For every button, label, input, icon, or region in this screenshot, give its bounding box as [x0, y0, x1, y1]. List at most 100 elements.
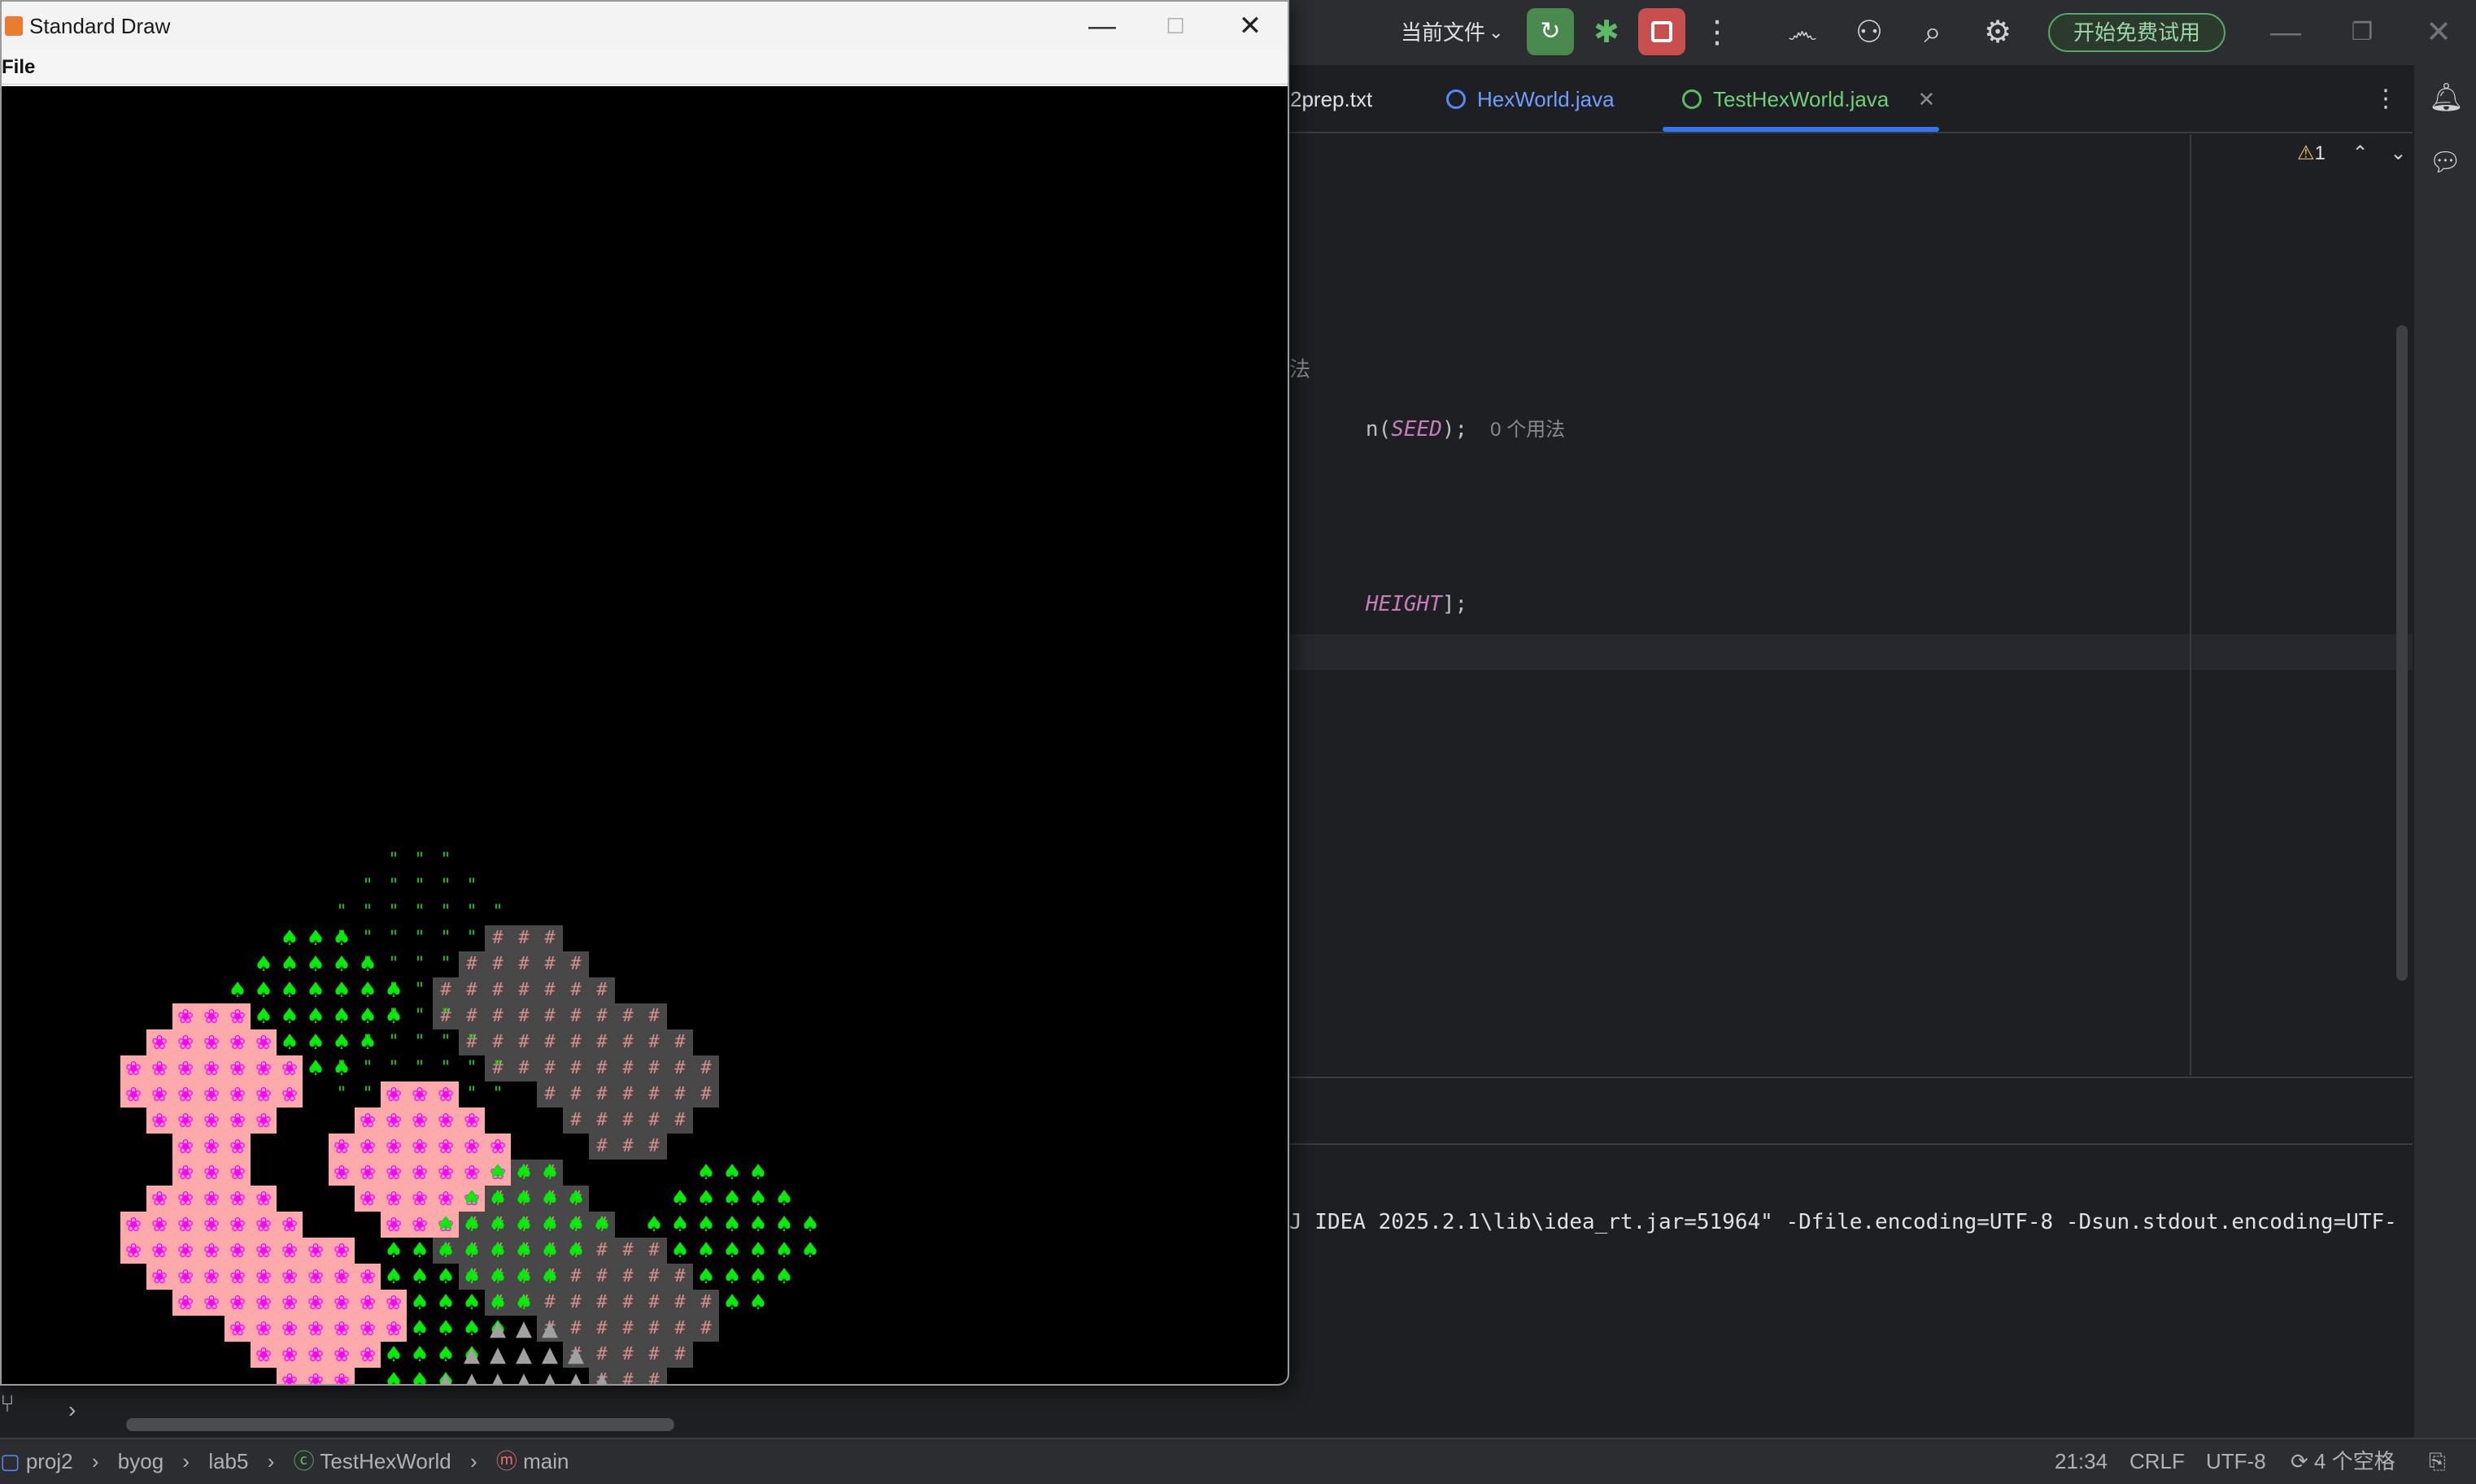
rerun-button[interactable]: ↻	[1527, 8, 1574, 55]
lock-icon[interactable]: ⎘	[2429, 1439, 2446, 1483]
tree-tile: ♠	[436, 1290, 456, 1315]
wall-tile: #	[589, 1108, 615, 1134]
flower-tile: ❀	[303, 1342, 329, 1368]
mountain-tile: ▲	[490, 1343, 506, 1367]
grass-tile: "	[362, 1032, 373, 1052]
notifications-icon[interactable]: 🔔︎	[2429, 81, 2464, 114]
wall-tile: #	[537, 951, 563, 977]
restore-icon[interactable]: ❐	[2338, 0, 2387, 65]
mountain-tile: ▲	[464, 1343, 480, 1367]
breadcrumb-item[interactable]: proj2	[26, 1449, 73, 1473]
stop-button[interactable]	[1638, 8, 1685, 55]
flower-tile: ❀	[172, 1003, 198, 1029]
caret-position[interactable]: 21:34	[2055, 1439, 2108, 1483]
tree-tile: ♠	[566, 1212, 586, 1237]
tree-tile: ♠	[800, 1212, 820, 1237]
wall-tile: #	[615, 1342, 641, 1368]
flower-tile: ❀	[224, 1290, 251, 1316]
java-app-icon	[5, 16, 23, 36]
wall-tile: #	[615, 1238, 641, 1264]
debug-icon[interactable]: ✱	[1582, 0, 1631, 65]
ai-assistant-icon[interactable]: ෴	[1778, 0, 1827, 65]
breadcrumb: ▢ proj2 › byog › lab5 › ⓒ TestHexWorld ›…	[0, 1439, 569, 1483]
flower-tile: ❀	[381, 1081, 407, 1108]
editor-scrollbar[interactable]	[2396, 325, 2408, 981]
wall-tile: #	[641, 1055, 667, 1081]
file-encoding[interactable]: UTF-8	[2206, 1439, 2266, 1483]
chevron-up-icon[interactable]: ⌃	[2352, 142, 2369, 164]
flower-tile: ❀	[251, 1055, 277, 1081]
breadcrumb-item[interactable]: byog	[118, 1449, 163, 1473]
chevron-down-icon[interactable]: ⌄	[2390, 142, 2406, 164]
wall-tile: #	[693, 1081, 719, 1108]
flower-tile: ❀	[172, 1212, 198, 1238]
chevron-right-icon[interactable]: ›	[68, 1397, 76, 1423]
search-icon[interactable]: ⌕	[1908, 0, 1957, 65]
breadcrumb-item[interactable]: TestHexWorld	[320, 1449, 451, 1473]
grass-tile: "	[440, 1058, 451, 1078]
tree-tile: ♠	[696, 1264, 716, 1289]
breadcrumb-item[interactable]: lab5	[208, 1449, 248, 1473]
flower-tile: ❀	[172, 1238, 198, 1264]
hex-world-canvas[interactable]: """"""""""""""""""""""""""""""♠♠♠♠♠♠♠♠♠♠…	[2, 86, 1288, 1384]
console-hscrollbar[interactable]	[126, 1418, 674, 1431]
chevron-down-icon[interactable]: ⌄	[1489, 0, 1503, 65]
mountain-tile: ▲	[542, 1316, 558, 1341]
tree-tile: ♠	[462, 1238, 482, 1263]
tree-tile: ♠	[384, 978, 403, 1003]
more-icon[interactable]: ⋮	[1693, 0, 1741, 65]
settings-icon[interactable]: ⚙	[1973, 0, 2022, 65]
grass-tile: "	[388, 876, 399, 896]
wall-tile: #	[667, 1342, 693, 1368]
wall-tile: #	[615, 1003, 641, 1029]
code-token-constant: HEIGHT	[1365, 592, 1442, 616]
tree-tile: ♠	[566, 1186, 586, 1211]
grass-tile: "	[362, 1084, 373, 1104]
ai-chat-icon[interactable]: 💬︎	[2429, 146, 2462, 177]
warning-count: 1	[2314, 142, 2326, 164]
tab-label: HexWorld.java	[1477, 87, 1615, 111]
wall-tile: #	[589, 1316, 615, 1342]
close-icon[interactable]: ✕	[2414, 0, 2463, 65]
close-icon[interactable]: ✕	[1214, 2, 1287, 50]
tab-hexworld-java[interactable]: HexWorld.java	[1446, 65, 1615, 133]
indent-setting[interactable]: ⟳ 4 个空格	[2291, 1439, 2395, 1483]
menu-file[interactable]: File	[2, 50, 35, 85]
grass-tile: "	[440, 1032, 451, 1052]
active-tab-indicator	[1663, 127, 1939, 132]
wall-tile: #	[641, 1264, 667, 1290]
tree-tile: ♠	[306, 952, 325, 977]
wall-tile: #	[615, 1316, 641, 1342]
wall-tile: #	[641, 1238, 667, 1264]
wall-tile: #	[459, 951, 485, 977]
close-tab-icon[interactable]: ✕	[1918, 87, 1936, 111]
flower-tile: ❀	[355, 1108, 381, 1134]
line-separator[interactable]: CRLF	[2129, 1439, 2185, 1483]
grass-tile: "	[362, 876, 373, 896]
tab-testhexworld-java[interactable]: TestHexWorld.java ✕	[1682, 65, 1935, 133]
flower-tile: ❀	[355, 1264, 381, 1290]
flower-tile: ❀	[198, 1290, 224, 1316]
tree-tile: ♠	[462, 1212, 482, 1237]
tree-tile: ♠	[540, 1186, 560, 1211]
tree-tile: ♠	[306, 926, 325, 951]
start-trial-button[interactable]: 开始免费试用	[2048, 13, 2225, 52]
minimize-icon[interactable]: —	[1066, 2, 1139, 50]
wall-tile: #	[485, 1003, 511, 1029]
breadcrumb-item[interactable]: main	[523, 1449, 569, 1473]
wall-tile: #	[563, 1290, 589, 1316]
inspection-widget[interactable]: ⚠1 ⌃ ⌄	[2297, 141, 2406, 165]
run-config-selector[interactable]: 当前文件	[1401, 0, 1485, 65]
tabs-more-icon[interactable]: ⋮	[2374, 65, 2398, 133]
add-user-icon[interactable]: ⚇	[1845, 0, 1894, 65]
tree-tile: ♠	[722, 1186, 742, 1211]
git-branch-icon[interactable]: ⑂	[0, 1390, 15, 1418]
tree-tile: ♠	[514, 1238, 534, 1263]
wall-tile: #	[563, 1029, 589, 1055]
tab-prep-txt[interactable]: 2prep.txt	[1290, 65, 1372, 133]
maximize-icon[interactable]: ☐	[1139, 2, 1212, 50]
flower-tile: ❀	[198, 1238, 224, 1264]
tree-tile: ♠	[384, 1238, 403, 1263]
minimize-icon[interactable]: —	[2261, 0, 2310, 65]
flower-tile: ❀	[485, 1134, 511, 1160]
